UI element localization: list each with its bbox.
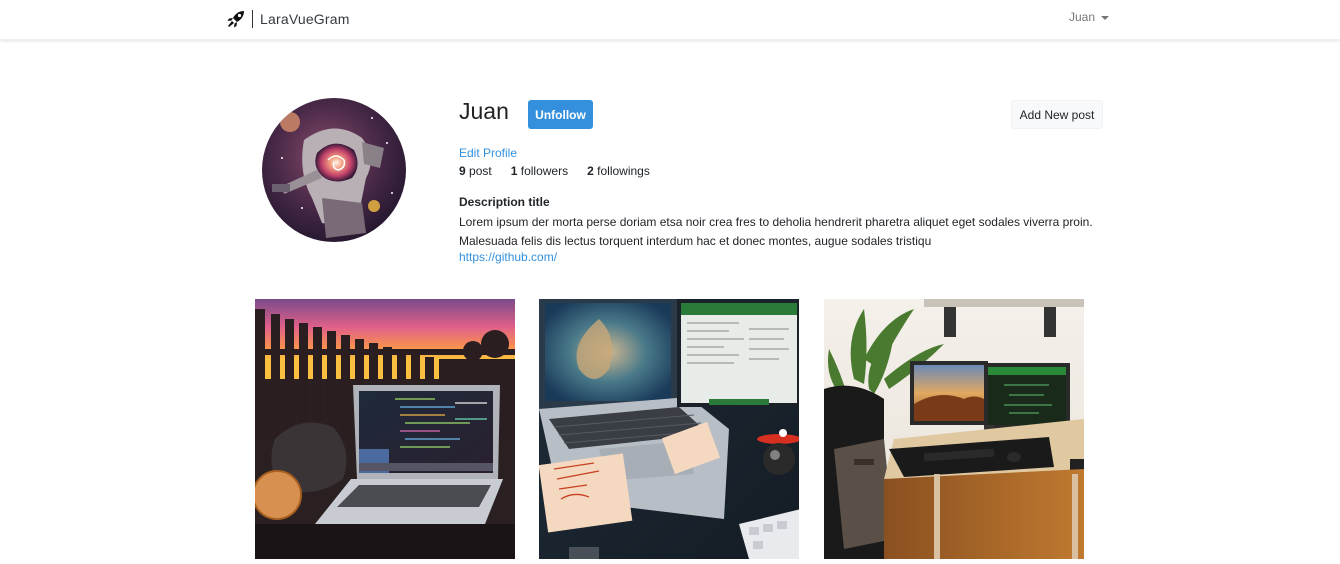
website-link[interactable]: https://github.com/ (459, 250, 557, 264)
profile-stats: 9 post 1 followers 2 followings (459, 164, 669, 178)
user-dropdown[interactable]: Juan (1069, 10, 1110, 24)
chevron-down-icon (1101, 15, 1110, 20)
add-new-post-button[interactable]: Add New post (1011, 100, 1103, 129)
navbar: LaraVueGram Juan (0, 0, 1340, 40)
brand-link[interactable]: LaraVueGram (226, 8, 350, 30)
followings-label: followings (597, 164, 650, 178)
followers-stat[interactable]: 1 followers (511, 164, 568, 178)
user-dropdown-label: Juan (1069, 10, 1096, 24)
description-text: Lorem ipsum der morta perse doriam etsa … (459, 215, 1093, 248)
unfollow-button[interactable]: Unfollow (528, 100, 593, 129)
post-thumbnail[interactable] (539, 299, 799, 559)
brand-divider (252, 10, 253, 28)
posts-stat: 9 post (459, 164, 492, 178)
followings-count: 2 (587, 164, 594, 178)
post-thumbnail[interactable] (824, 299, 1084, 559)
avatar (262, 98, 406, 242)
followers-count: 1 (510, 164, 518, 178)
posts-count: 9 (459, 164, 466, 178)
profile-username: Juan (459, 98, 509, 124)
description-title: Description title (459, 195, 550, 209)
rocket-icon (226, 9, 246, 29)
post-thumbnail[interactable] (255, 299, 515, 559)
posts-label: post (469, 164, 492, 178)
followings-stat[interactable]: 2 followings (587, 164, 650, 178)
followers-label: followers (520, 164, 569, 178)
brand-name: LaraVueGram (260, 11, 350, 27)
edit-profile-link[interactable]: Edit Profile (459, 146, 517, 160)
